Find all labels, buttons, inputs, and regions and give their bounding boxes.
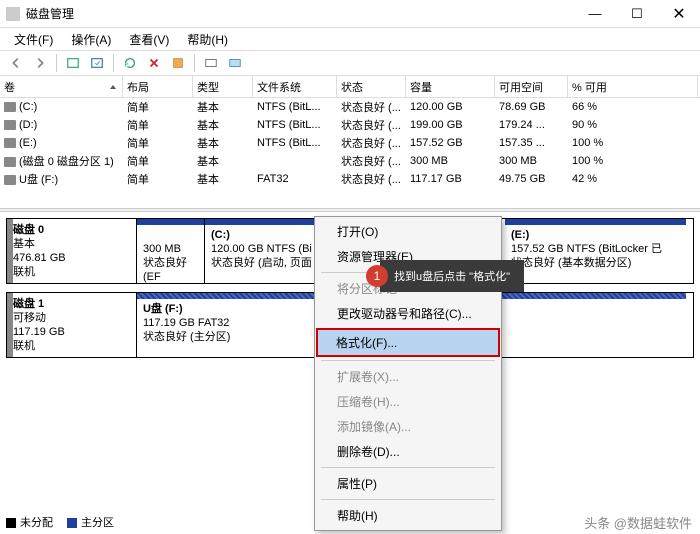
window-title: 磁盘管理	[26, 5, 574, 22]
annotation-text: 找到u盘后点击 "格式化"	[394, 268, 510, 284]
volume-list-header: 卷 布局 类型 文件系统 状态 容量 可用空间 % 可用	[0, 76, 700, 98]
context-menu-item[interactable]: 格式化(F)...	[316, 328, 500, 357]
col-pct[interactable]: % 可用	[568, 76, 698, 97]
menubar: 文件(F) 操作(A) 查看(V) 帮助(H)	[0, 28, 700, 50]
titlebar: 磁盘管理 — ☐ ✕	[0, 0, 700, 28]
context-menu-item: 添加镜像(A)...	[317, 414, 499, 439]
tool-5[interactable]	[225, 53, 245, 73]
context-menu-item[interactable]: 属性(P)	[317, 471, 499, 496]
context-menu-item[interactable]: 更改驱动器号和路径(C)...	[317, 301, 499, 326]
annotation-number: 1	[366, 265, 388, 287]
col-type[interactable]: 类型	[193, 76, 253, 97]
tool-4[interactable]	[201, 53, 221, 73]
watermark: 头条 @数据蛙软件	[584, 513, 692, 532]
context-menu-item[interactable]: 打开(O)	[317, 219, 499, 244]
col-fs[interactable]: 文件系统	[253, 76, 337, 97]
annotation-callout: 1 找到u盘后点击 "格式化"	[380, 260, 524, 292]
col-layout[interactable]: 布局	[123, 76, 193, 97]
col-status[interactable]: 状态	[337, 76, 406, 97]
menu-action[interactable]: 操作(A)	[63, 29, 119, 50]
menu-help[interactable]: 帮助(H)	[179, 29, 236, 50]
menu-file[interactable]: 文件(F)	[6, 29, 61, 50]
tool-2[interactable]	[87, 53, 107, 73]
menu-separator	[321, 499, 495, 500]
partition[interactable]: 300 MB状态良好 (EF	[137, 219, 205, 283]
table-row[interactable]: (D:)简单基本NTFS (BitL...状态良好 (...199.00 GB1…	[0, 116, 700, 134]
menu-view[interactable]: 查看(V)	[121, 29, 177, 50]
context-menu-item[interactable]: 帮助(H)	[317, 503, 499, 528]
table-row[interactable]: U盘 (F:)简单基本FAT32状态良好 (...117.17 GB49.75 …	[0, 170, 700, 188]
partition[interactable]: (E:)157.52 GB NTFS (BitLocker 已状态良好 (基本数…	[505, 219, 686, 283]
close-button[interactable]: ✕	[658, 0, 700, 28]
table-row[interactable]: (C:)简单基本NTFS (BitL...状态良好 (...120.00 GB7…	[0, 98, 700, 116]
col-capacity[interactable]: 容量	[406, 76, 495, 97]
tool-3[interactable]	[168, 53, 188, 73]
app-icon	[6, 7, 20, 21]
context-menu-item: 压缩卷(H)...	[317, 389, 499, 414]
menu-separator	[321, 467, 495, 468]
volume-list: (C:)简单基本NTFS (BitL...状态良好 (...120.00 GB7…	[0, 98, 700, 208]
minimize-button[interactable]: —	[574, 0, 616, 28]
disk-header[interactable]: 磁盘 1可移动117.19 GB联机	[7, 293, 137, 357]
toolbar	[0, 50, 700, 76]
back-button[interactable]	[6, 53, 26, 73]
refresh-button[interactable]	[120, 53, 140, 73]
forward-button[interactable]	[30, 53, 50, 73]
context-menu-item: 扩展卷(X)...	[317, 364, 499, 389]
table-row[interactable]: (磁盘 0 磁盘分区 1)简单基本状态良好 (...300 MB300 MB10…	[0, 152, 700, 170]
disk-header[interactable]: 磁盘 0基本476.81 GB联机	[7, 219, 137, 283]
toolbar-divider	[56, 54, 57, 72]
col-free[interactable]: 可用空间	[495, 76, 568, 97]
table-row[interactable]: (E:)简单基本NTFS (BitL...状态良好 (...157.52 GB1…	[0, 134, 700, 152]
toolbar-divider	[194, 54, 195, 72]
delete-button[interactable]	[144, 53, 164, 73]
menu-separator	[321, 360, 495, 361]
legend-primary: 主分区	[67, 514, 114, 530]
window-controls: — ☐ ✕	[574, 0, 700, 28]
toolbar-divider	[113, 54, 114, 72]
col-volume[interactable]: 卷	[0, 76, 123, 97]
context-menu-item[interactable]: 删除卷(D)...	[317, 439, 499, 464]
maximize-button[interactable]: ☐	[616, 0, 658, 28]
legend-unalloc: 未分配	[6, 514, 53, 530]
tool-1[interactable]	[63, 53, 83, 73]
legend: 未分配 主分区	[6, 514, 114, 530]
